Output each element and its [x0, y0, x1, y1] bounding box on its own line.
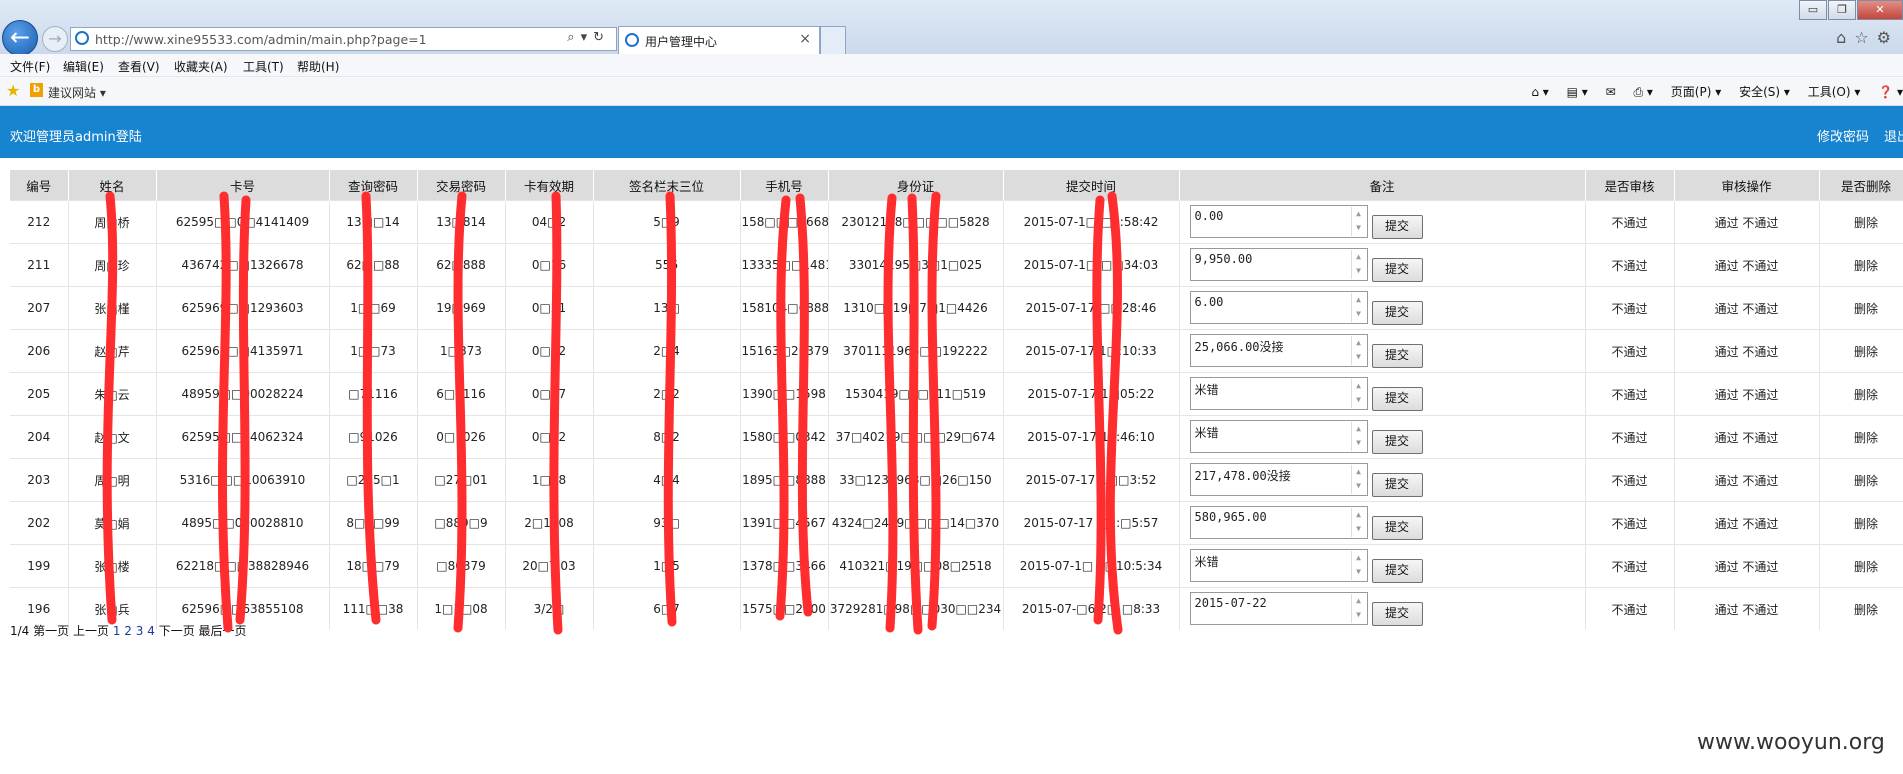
redaction-stroke: [217, 191, 233, 633]
redaction-stroke: [907, 193, 923, 635]
redaction-stroke: [549, 191, 563, 635]
watermark: www.wooyun.org: [1697, 730, 1885, 755]
redaction-stroke: [1092, 195, 1106, 625]
redaction-stroke: [795, 193, 813, 617]
redaction-stroke: [927, 191, 941, 631]
redaction-stroke: [102, 191, 118, 625]
redaction-stroke: [235, 195, 251, 625]
redaction-scribbles: [102, 191, 1123, 635]
redaction-stroke: [361, 191, 381, 625]
redaction-stroke: [883, 193, 898, 633]
redaction-stroke: [1105, 191, 1123, 635]
redaction-stroke: [453, 191, 467, 633]
redaction-stroke: [663, 191, 677, 627]
redaction-stroke: [775, 195, 791, 621]
